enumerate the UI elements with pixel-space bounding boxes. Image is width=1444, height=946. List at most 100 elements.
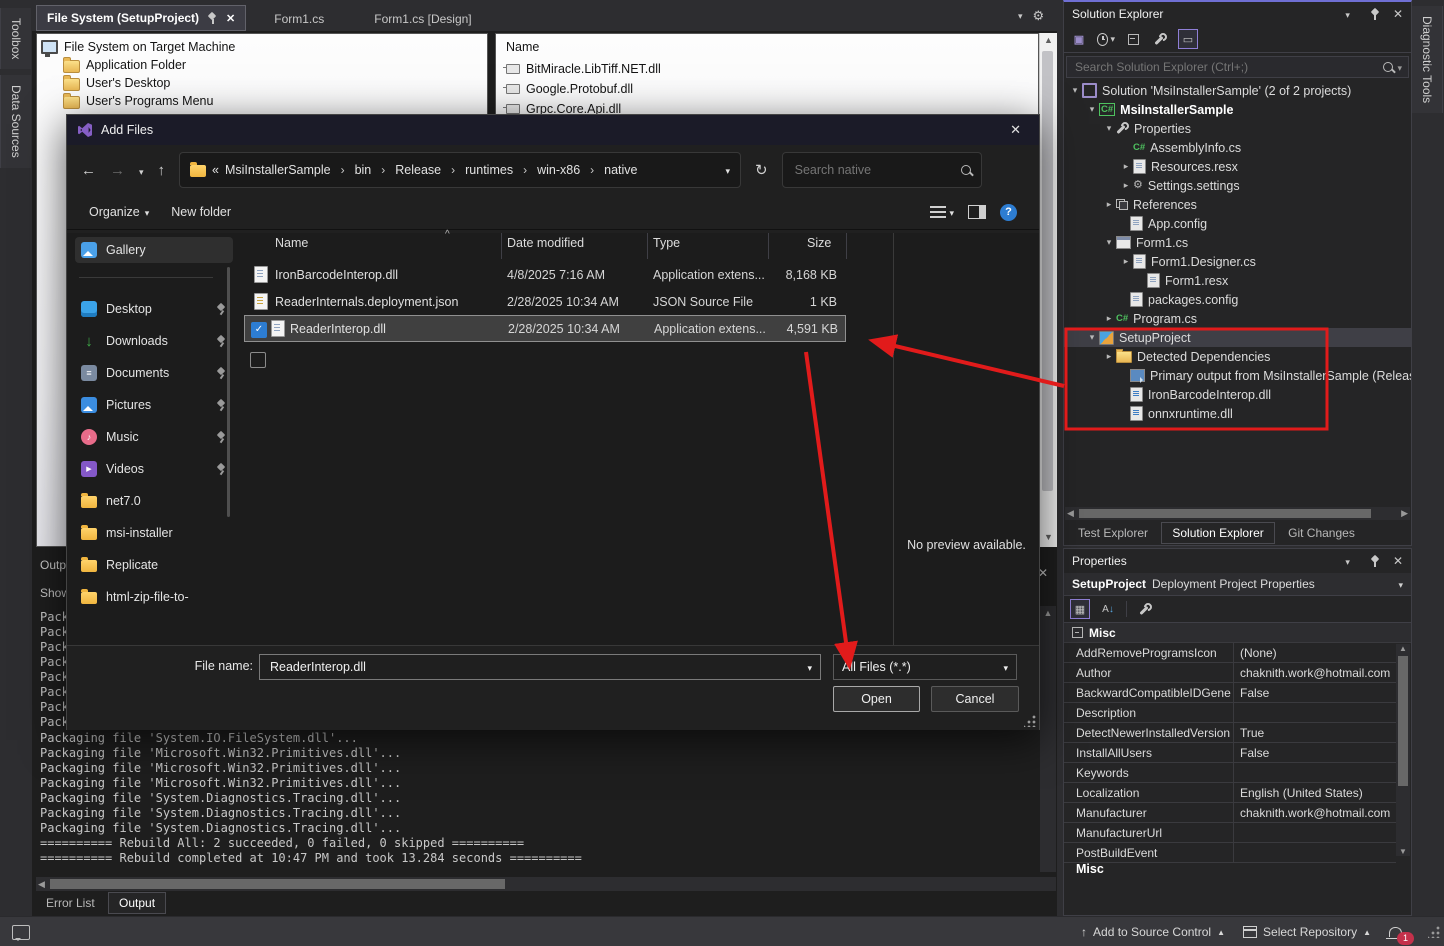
breadcrumb-overflow[interactable]: « (212, 163, 219, 177)
show-all-files-icon[interactable]: ▭ (1178, 29, 1198, 49)
scroll-down-icon[interactable]: ▼ (1396, 847, 1410, 856)
column-divider[interactable] (501, 233, 502, 259)
search-input[interactable] (1073, 59, 1383, 75)
tree-node-properties[interactable]: Properties (1064, 119, 1411, 138)
tree-node-form1-designer[interactable]: Form1.Designer.cs (1064, 252, 1411, 271)
sidebar-item-pictures[interactable]: Pictures (81, 394, 227, 416)
expander-icon[interactable] (1119, 180, 1133, 191)
sidebar-scrollbar[interactable] (227, 267, 230, 517)
output-log[interactable]: Packaging file 'System.IO.FileSystem.dll… (40, 731, 582, 866)
select-repository-button[interactable]: Select Repository ▲ (1243, 925, 1371, 939)
property-row[interactable]: Description (1064, 703, 1396, 723)
scroll-right-icon[interactable]: ▶ (1401, 507, 1408, 520)
solution-explorer-horizontal-scrollbar[interactable]: ◀ ▶ (1065, 507, 1410, 520)
tab-error-list[interactable]: Error List (36, 893, 105, 913)
pending-changes-filter-icon[interactable] (1097, 30, 1115, 48)
collapse-category-icon[interactable] (1072, 627, 1083, 638)
selected-checkbox[interactable] (251, 322, 267, 338)
tree-node-primary-output[interactable]: Primary output from MsiInstallerSample (… (1064, 366, 1411, 385)
expander-icon[interactable] (1102, 351, 1116, 362)
add-to-source-control-button[interactable]: Add to Source Control ▲ (1081, 925, 1225, 939)
alphabetical-sort-icon[interactable]: A↓ (1099, 600, 1117, 618)
close-icon[interactable] (1393, 7, 1403, 21)
properties-vertical-scrollbar[interactable]: ▲ ▼ (1396, 644, 1410, 856)
name-column-header[interactable]: Name (506, 38, 1038, 56)
column-divider[interactable] (846, 233, 847, 259)
sidebar-item-replicate[interactable]: Replicate (81, 554, 227, 576)
tree-node-detected-dependencies[interactable]: Detected Dependencies (1064, 347, 1411, 366)
window-position-chevron-icon[interactable] (1345, 554, 1350, 568)
window-position-chevron-icon[interactable] (1345, 7, 1350, 21)
column-header-size[interactable]: Size (807, 236, 831, 250)
breadcrumb-segment[interactable]: MsiInstallerSample (225, 163, 331, 177)
tree-node-assemblyinfo[interactable]: C#AssemblyInfo.cs (1064, 138, 1411, 157)
node-application-folder[interactable]: Application Folder (41, 56, 487, 74)
cancel-button[interactable]: Cancel (931, 686, 1019, 712)
scroll-left-icon[interactable]: ◀ (38, 877, 45, 891)
file-row-readerinterop-selected[interactable]: ReaderInterop.dll 2/28/2025 10:34 AM App… (244, 315, 846, 342)
column-header-name[interactable]: Name (275, 236, 308, 250)
address-dropdown-chevron-icon[interactable] (726, 163, 731, 177)
property-pages-icon[interactable] (1136, 600, 1154, 618)
sidebar-item-documents[interactable]: ≡Documents (81, 362, 227, 384)
pin-icon[interactable] (1370, 9, 1381, 20)
scroll-left-icon[interactable]: ◀ (1067, 507, 1074, 520)
up-one-level-icon[interactable] (158, 162, 166, 179)
categorized-view-icon[interactable]: ▦ (1070, 599, 1090, 619)
tree-node-project-msinstallersample[interactable]: C#MsiInstallerSample (1064, 100, 1411, 119)
recent-locations-chevron-icon[interactable] (139, 162, 144, 179)
tab-form1-design[interactable]: Form1.cs [Design] (364, 7, 481, 31)
new-folder-button[interactable]: New folder (171, 205, 231, 219)
file-type-combobox[interactable]: All Files (*.*) (833, 654, 1017, 680)
organize-button[interactable]: Organize (89, 205, 149, 219)
solution-explorer-search[interactable] (1066, 56, 1409, 78)
category-misc-header[interactable]: Misc (1064, 623, 1411, 643)
expander-icon[interactable] (1102, 199, 1116, 210)
search-options-chevron-icon[interactable] (1397, 60, 1402, 74)
breadcrumb-segment[interactable]: win-x86 (537, 163, 580, 177)
column-header-type[interactable]: Type (653, 236, 680, 250)
sidebar-item-net70[interactable]: net7.0 (81, 490, 227, 512)
tree-node-resources-resx[interactable]: Resources.resx (1064, 157, 1411, 176)
breadcrumb-segment[interactable]: native (604, 163, 637, 177)
expander-icon[interactable] (1068, 85, 1082, 96)
notifications-button[interactable]: 1 (1389, 927, 1402, 937)
tree-node-onnxruntime[interactable]: onnxruntime.dll (1064, 404, 1411, 423)
property-row[interactable]: Keywords (1064, 763, 1396, 783)
toolbox-vertical-tab[interactable]: Toolbox (0, 8, 31, 69)
expander-icon[interactable] (1102, 313, 1116, 324)
property-row[interactable]: AddRemoveProgramsIcon(None) (1064, 643, 1396, 663)
property-row[interactable]: ManufacturerUrl (1064, 823, 1396, 843)
dialog-resize-grip[interactable] (1024, 715, 1036, 727)
resize-grip[interactable] (1428, 926, 1440, 938)
node-users-programs-menu[interactable]: User's Programs Menu (41, 92, 487, 110)
solution-explorer-title-bar[interactable]: Solution Explorer (1064, 2, 1411, 26)
node-users-desktop[interactable]: User's Desktop (41, 74, 487, 92)
open-button[interactable]: Open (833, 686, 920, 712)
tab-form1-cs[interactable]: Form1.cs (264, 7, 334, 31)
tab-file-system-setupproject[interactable]: File System (SetupProject) (36, 5, 246, 31)
sidebar-item-videos[interactable]: Videos (81, 458, 227, 480)
dialog-title-bar[interactable]: Add Files (67, 115, 1039, 145)
tree-node-references[interactable]: References (1064, 195, 1411, 214)
file-name-combobox[interactable] (259, 654, 821, 680)
property-row[interactable]: Authorchaknith.work@hotmail.com (1064, 663, 1396, 683)
column-header-date-modified[interactable]: Date modified (507, 236, 584, 250)
tree-node-form1-resx[interactable]: Form1.resx (1064, 271, 1411, 290)
scrollbar-thumb[interactable] (1079, 509, 1371, 518)
tree-node-program-cs[interactable]: C#Program.cs (1064, 309, 1411, 328)
properties-object-selector[interactable]: SetupProject Deployment Project Properti… (1064, 573, 1411, 596)
file-name-input[interactable] (268, 659, 807, 675)
scroll-up-icon[interactable]: ▲ (1040, 33, 1057, 48)
help-icon[interactable]: ? (1000, 204, 1017, 221)
chevron-down-icon[interactable] (1398, 577, 1403, 591)
sidebar-item-music[interactable]: Music (81, 426, 227, 448)
breadcrumb-segment[interactable]: bin (355, 163, 372, 177)
search-input[interactable] (793, 162, 961, 178)
scrollbar-thumb[interactable] (50, 879, 505, 889)
expander-icon[interactable] (1102, 237, 1116, 248)
list-item[interactable]: BitMiracle.LibTiff.NET.dll (506, 60, 1038, 78)
pin-icon[interactable] (207, 13, 218, 24)
data-sources-vertical-tab[interactable]: Data Sources (0, 75, 31, 168)
column-divider[interactable] (768, 233, 769, 259)
